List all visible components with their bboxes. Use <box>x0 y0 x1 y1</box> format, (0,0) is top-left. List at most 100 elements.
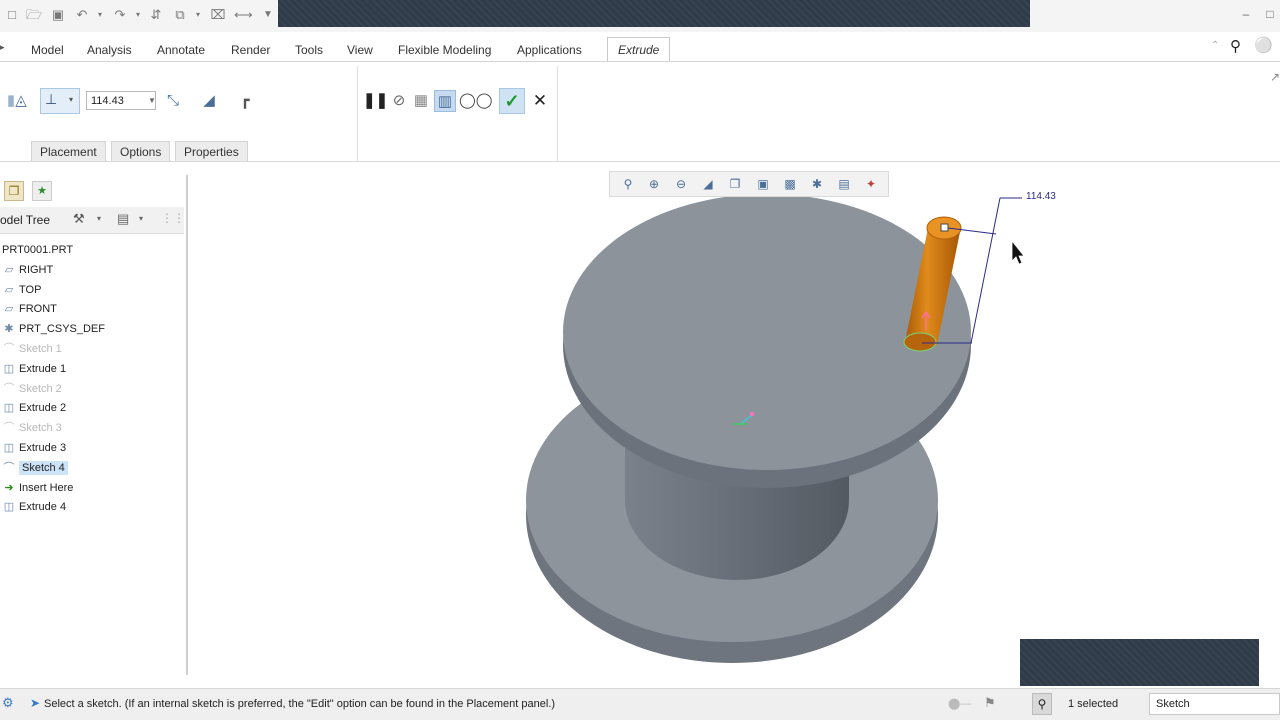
thicken-sketch-icon[interactable]: ┏ <box>234 90 256 112</box>
view-manager-icon[interactable]: ▩ <box>781 175 799 193</box>
ok-checkmark-button[interactable]: ✓ <box>499 88 525 114</box>
depth-dropdown-icon[interactable]: ▼ <box>146 91 158 110</box>
folder-browser-icon[interactable]: ❐ <box>4 181 24 201</box>
tab-annotate[interactable]: Annotate <box>157 38 205 62</box>
csys-icon: ✱ <box>4 323 14 335</box>
ribbon-overflow-icon[interactable]: ↗ <box>1270 70 1280 84</box>
undo-icon[interactable]: ↶ <box>74 7 90 23</box>
redo-dropdown-icon[interactable]: ▾ <box>130 7 146 23</box>
status-message: Select a sketch. (If an internal sketch … <box>44 698 556 710</box>
cancel-button[interactable]: ✕ <box>530 90 550 112</box>
pause-icon[interactable]: ❚❚ <box>363 90 388 112</box>
attached-preview-icon[interactable]: ▦ <box>410 90 432 112</box>
minimize-icon[interactable]: – <box>1238 6 1254 22</box>
tree-item-label: Sketch 4 <box>19 461 68 475</box>
tree-filter-icon[interactable]: ⋮⋮ <box>161 211 185 225</box>
graphics-viewport[interactable] <box>188 197 1280 687</box>
model-tree-title: odel Tree <box>0 213 51 227</box>
tab-render[interactable]: Render <box>231 38 270 62</box>
no-preview-icon[interactable]: ⊘ <box>388 90 410 112</box>
saved-orientations-icon[interactable]: ▣ <box>754 175 772 193</box>
windows-icon[interactable]: ⧉ <box>172 7 188 23</box>
tree-settings-icon[interactable]: ⚒ <box>73 211 85 227</box>
ribbon-divider <box>0 161 1280 162</box>
favorites-icon[interactable]: ★ <box>32 181 52 201</box>
new-file-icon[interactable]: □ <box>4 7 20 23</box>
selection-filter-select[interactable]: Sketch <box>1149 693 1280 715</box>
tree-item-label: Extrude 4 <box>19 501 67 513</box>
tab-view[interactable]: View <box>347 38 373 62</box>
tab-options[interactable]: Options <box>111 141 171 162</box>
spin-center-icon[interactable]: ✦ <box>862 175 880 193</box>
measure-icon[interactable]: ⟷ <box>234 7 253 23</box>
tree-item-front[interactable]: ▱ FRONT <box>2 300 57 318</box>
verify-mode-icon[interactable]: ◯◯ <box>459 90 493 112</box>
flag-icon[interactable]: ⚑ <box>984 695 996 711</box>
extrude-icon: ◫ <box>3 402 15 414</box>
refit-icon[interactable]: ⚲ <box>619 175 637 193</box>
depth-option-button[interactable]: ⊥ ▾ <box>40 88 80 114</box>
open-folder-icon[interactable]: 🗁 <box>26 7 42 23</box>
tab-extrude[interactable]: Extrude <box>607 37 671 62</box>
tab-model[interactable]: Model <box>31 38 64 62</box>
sketch-icon: ⌒ <box>3 422 15 434</box>
regenerate-icon[interactable]: ⇵ <box>148 7 164 23</box>
tree-item-label: Extrude 1 <box>19 363 67 375</box>
tree-item-csys[interactable]: ✱ PRT_CSYS_DEF <box>2 320 105 338</box>
datum-display-icon[interactable]: ✱ <box>808 175 826 193</box>
ribbon-separator <box>357 66 358 162</box>
zoom-out-icon[interactable]: ⊖ <box>672 175 690 193</box>
tree-item-part[interactable]: PRT0001.PRT <box>2 241 73 259</box>
tree-item-extrude-2[interactable]: ◫ Extrude 2 <box>2 399 66 417</box>
windows-dropdown-icon[interactable]: ▾ <box>190 7 206 23</box>
close-window-icon[interactable]: ⌧ <box>210 7 226 23</box>
blind-depth-icon: ⊥ <box>45 91 58 107</box>
extrude-surface-icon[interactable]: ◬ <box>10 90 32 112</box>
tree-item-sketch-4[interactable]: ⌒ Sketch 4 <box>2 459 68 477</box>
chevron-down-icon[interactable]: ▾ <box>139 214 143 223</box>
status-arrow-icon: ➤ <box>30 696 41 710</box>
file-menu-arrow-icon[interactable]: ▸ <box>0 42 6 56</box>
tree-item-extrude-3[interactable]: ◫ Extrude 3 <box>2 439 66 457</box>
tab-placement[interactable]: Placement <box>31 141 106 162</box>
remove-material-icon[interactable]: ◢ <box>198 90 220 112</box>
tree-item-sketch-2[interactable]: ⌒ Sketch 2 <box>2 380 62 398</box>
display-style-icon[interactable]: ❐ <box>726 175 744 193</box>
chevron-down-icon[interactable]: ▾ <box>97 214 101 223</box>
dimension-label[interactable]: 114.43 <box>1026 191 1056 202</box>
collapse-ribbon-icon[interactable]: ⌃ <box>1211 40 1219 51</box>
maximize-icon[interactable]: □ <box>1262 6 1278 22</box>
tree-item-right[interactable]: ▱ RIGHT <box>2 261 53 279</box>
repaint-icon[interactable]: ◢ <box>699 175 717 193</box>
tab-flexible-modeling[interactable]: Flexible Modeling <box>398 38 491 62</box>
status-tools-icon[interactable]: ⚙ <box>2 695 14 711</box>
find-icon[interactable]: ⚲ <box>1032 693 1052 715</box>
tree-item-insert-here[interactable]: ➜ Insert Here <box>2 479 73 497</box>
tree-item-label: FRONT <box>19 303 57 315</box>
drag-handle[interactable] <box>940 223 949 232</box>
tree-item-top[interactable]: ▱ TOP <box>2 281 42 299</box>
customize-dropdown-icon[interactable]: ▼ <box>260 7 276 23</box>
save-icon[interactable]: ▣ <box>50 7 66 23</box>
detached-preview-icon[interactable]: ▥ <box>434 90 456 112</box>
tree-item-extrude-4[interactable]: ◫ Extrude 4 <box>2 498 66 516</box>
selected-count: 1 selected <box>1068 698 1119 710</box>
tab-properties[interactable]: Properties <box>175 141 248 162</box>
sketch-icon: ⌒ <box>3 343 15 355</box>
tab-analysis[interactable]: Analysis <box>87 38 132 62</box>
tab-tools[interactable]: Tools <box>295 38 323 62</box>
search-icon[interactable]: ⚲ <box>1230 37 1241 55</box>
show-list-icon[interactable]: ▤ <box>117 211 129 227</box>
tab-applications[interactable]: Applications <box>517 38 582 62</box>
zoom-in-icon[interactable]: ⊕ <box>645 175 663 193</box>
redo-icon[interactable]: ↷ <box>112 7 128 23</box>
tree-item-extrude-1[interactable]: ◫ Extrude 1 <box>2 360 66 378</box>
tree-item-sketch-1[interactable]: ⌒ Sketch 1 <box>2 340 62 358</box>
undo-dropdown-icon[interactable]: ▾ <box>92 7 108 23</box>
help-icon[interactable]: ⚪ <box>1254 36 1273 54</box>
flip-direction-icon[interactable]: ⤡ <box>162 90 184 112</box>
mouse-cursor <box>1011 239 1025 265</box>
tree-item-sketch-3[interactable]: ⌒ Sketch 3 <box>2 419 62 437</box>
tree-item-label: PRT0001.PRT <box>2 244 74 256</box>
annotation-display-icon[interactable]: ▤ <box>835 175 853 193</box>
